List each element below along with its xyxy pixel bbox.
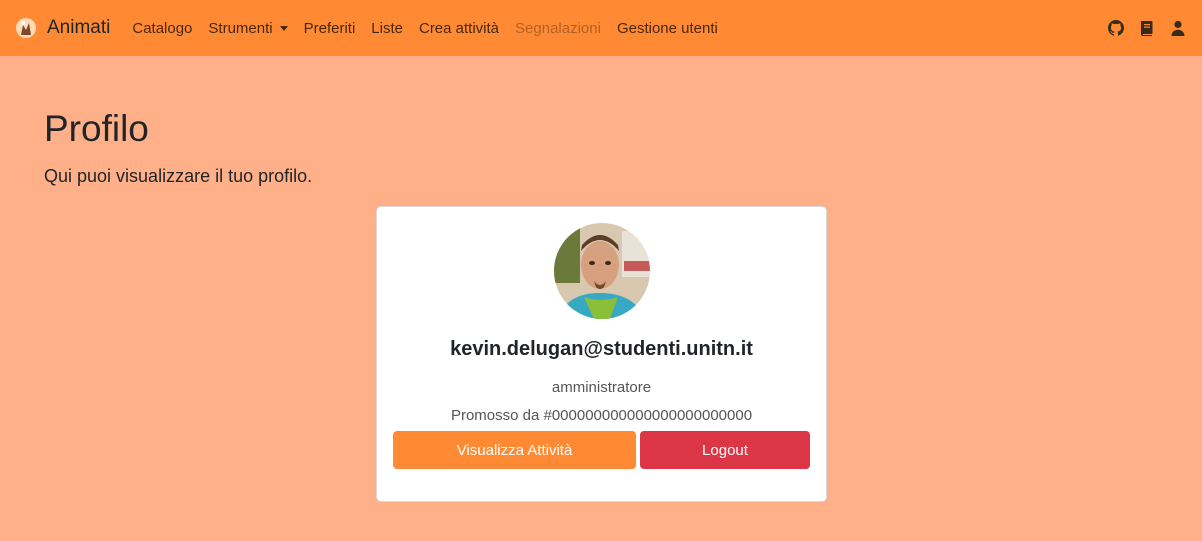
nav-item-segnalazioni[interactable]: Segnalazioni: [507, 20, 609, 37]
nav-item-label: Segnalazioni: [515, 19, 601, 37]
caret-down-icon: [279, 25, 288, 31]
nav-item-gestione-utenti[interactable]: Gestione utenti: [609, 20, 726, 37]
profile-email: kevin.delugan@studenti.unitn.it: [450, 338, 753, 360]
profile-promoted-by: Promosso da #000000000000000000000000: [450, 407, 753, 424]
nav-item-label: Liste: [371, 19, 403, 37]
user-icon[interactable]: [1170, 20, 1186, 36]
brand[interactable]: Animati: [14, 16, 110, 40]
nav-item-crea-attivita[interactable]: Crea attività: [411, 20, 507, 37]
nav-item-label: Catalogo: [132, 19, 193, 37]
logo-icon: [16, 18, 36, 38]
top-navbar: Animati Catalogo Strumenti Preferiti Lis…: [0, 0, 1202, 56]
nav-item-catalogo[interactable]: Catalogo: [124, 20, 200, 37]
page-title: Profilo: [44, 108, 149, 149]
logout-button[interactable]: Logout: [640, 431, 810, 469]
nav-item-label: Preferiti: [303, 19, 356, 37]
profile-role: amministratore: [551, 379, 652, 396]
nav-item-label: Gestione utenti: [616, 19, 718, 37]
nav-item-liste[interactable]: Liste: [363, 20, 411, 37]
nav-item-label: Strumenti: [208, 19, 273, 37]
nav-item-label: Crea attività: [418, 19, 500, 37]
nav-right-icons: [1108, 0, 1186, 56]
book-icon[interactable]: [1139, 20, 1155, 36]
nav-item-strumenti[interactable]: Strumenti: [200, 20, 295, 37]
nav-item-preferiti[interactable]: Preferiti: [296, 20, 364, 37]
page-lead: Qui puoi visualizzare il tuo profilo.: [44, 166, 313, 186]
view-activities-button[interactable]: Visualizza Attività: [393, 431, 636, 469]
profile-card: kevin.delugan@studenti.unitn.it amminist…: [376, 206, 827, 502]
avatar: [554, 223, 650, 319]
github-icon[interactable]: [1108, 20, 1124, 36]
brand-name: Animati: [47, 17, 111, 38]
nav-menu: Catalogo Strumenti Preferiti Liste Crea …: [124, 20, 725, 37]
